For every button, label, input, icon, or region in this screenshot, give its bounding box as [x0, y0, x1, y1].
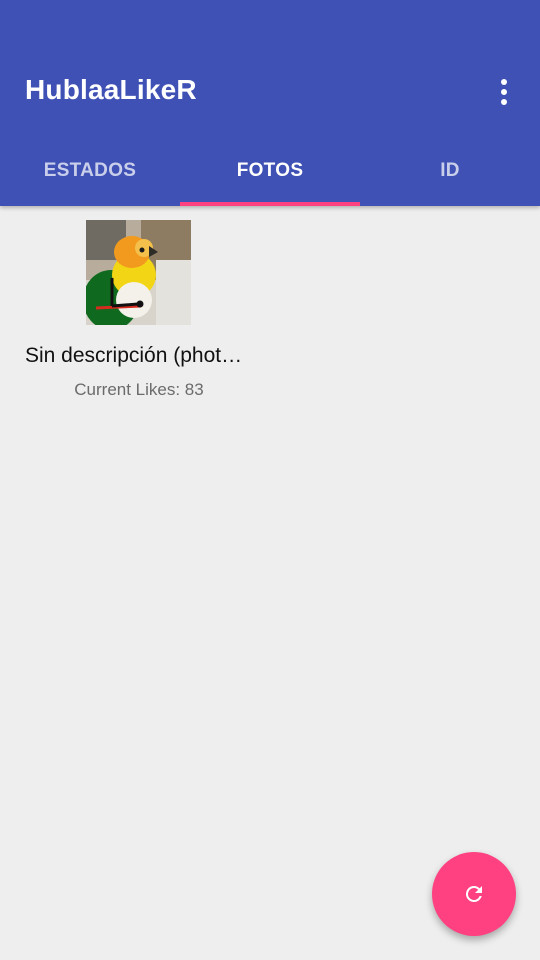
overflow-dot: [501, 99, 507, 105]
tab-id[interactable]: ID: [360, 136, 540, 206]
tab-label: FOTOS: [236, 160, 304, 181]
photo-caption: Sin descripción (phot…: [25, 344, 243, 367]
parrot-photo: [86, 220, 191, 325]
refresh-icon: [465, 886, 482, 902]
overflow-dot: [501, 79, 507, 85]
app-title: HublaaLikeR: [25, 74, 197, 105]
tab-fotos[interactable]: FOTOS: [180, 136, 360, 206]
likes-count: Current Likes: 83: [74, 380, 204, 399]
tab-estados[interactable]: ESTADOS: [0, 136, 180, 206]
refresh-button[interactable]: [432, 852, 516, 936]
tab-label: ESTADOS: [43, 160, 137, 181]
photo-thumbnail[interactable]: [86, 220, 191, 325]
more-vert-icon[interactable]: [488, 76, 520, 108]
tab-label: ID: [440, 160, 460, 181]
overflow-dot: [501, 89, 507, 95]
photo-card[interactable]: Sin descripción (phot… Current Likes: 83: [20, 220, 260, 410]
tab-bar: ESTADOS FOTOS ID: [0, 136, 540, 206]
app-bar: HublaaLikeR ESTADOS FOTOS ID: [0, 0, 540, 206]
tab-indicator: [180, 202, 360, 206]
